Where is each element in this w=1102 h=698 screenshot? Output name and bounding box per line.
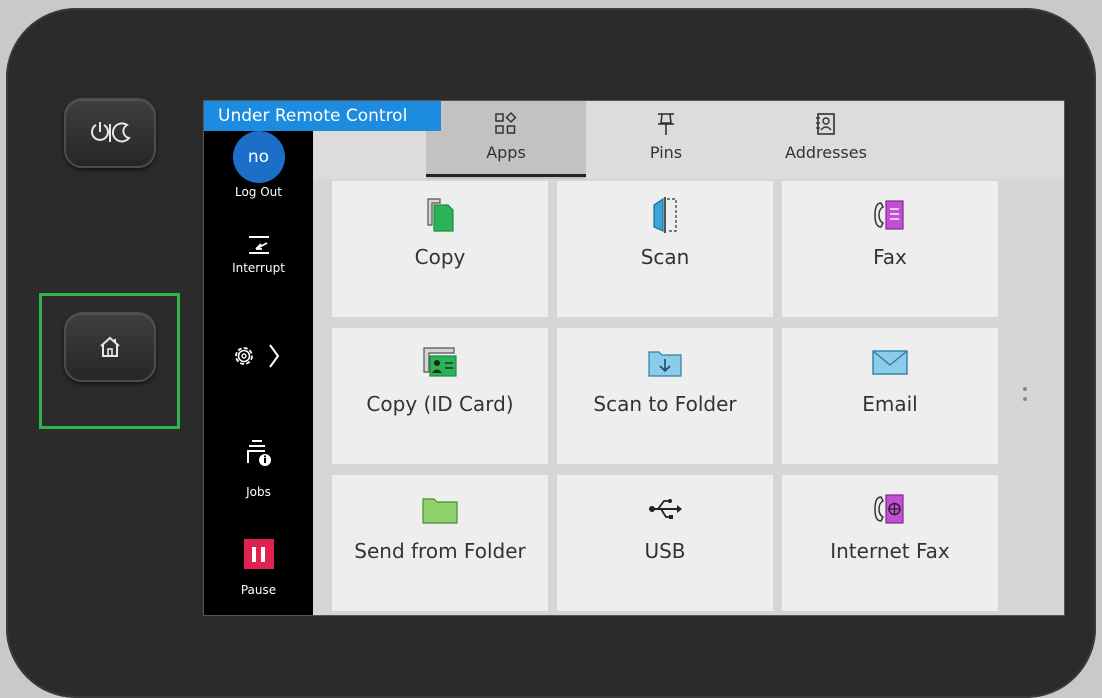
pause-icon bbox=[243, 539, 274, 569]
user-avatar[interactable]: no bbox=[232, 131, 285, 183]
app-label: Internet Fax bbox=[830, 539, 950, 563]
remote-control-banner: Under Remote Control bbox=[204, 101, 442, 131]
address-book-icon bbox=[816, 113, 835, 135]
interrupt-icon bbox=[248, 236, 269, 254]
interrupt-item[interactable]: Interrupt bbox=[204, 231, 313, 275]
usb-icon bbox=[649, 499, 682, 519]
internet-fax-icon bbox=[874, 494, 904, 524]
app-label: USB bbox=[644, 539, 686, 563]
gear-icon bbox=[234, 344, 279, 368]
app-label: Copy (ID Card) bbox=[366, 392, 514, 416]
logout-item[interactable]: no Log Out bbox=[204, 131, 313, 199]
power-sleep-icon bbox=[91, 122, 131, 143]
interrupt-label: Interrupt bbox=[232, 261, 285, 275]
app-tile-copy[interactable]: Copy bbox=[332, 181, 548, 317]
tab-pins-label: Pins bbox=[649, 143, 683, 162]
copy-icon bbox=[427, 198, 454, 232]
app-tile-internet-fax[interactable]: Internet Fax bbox=[782, 475, 998, 611]
folder-icon bbox=[422, 498, 458, 524]
pin-icon bbox=[658, 113, 674, 135]
app-tile-email[interactable]: Email bbox=[782, 328, 998, 464]
jobs-item[interactable]: Jobs bbox=[204, 437, 313, 499]
app-tile-scan[interactable]: Scan bbox=[557, 181, 773, 317]
pause-label: Pause bbox=[240, 583, 277, 597]
id-card-icon bbox=[423, 347, 457, 377]
app-tile-send-from-folder[interactable]: Send from Folder bbox=[332, 475, 548, 611]
home-button[interactable] bbox=[64, 312, 156, 382]
app-label: Scan bbox=[640, 245, 690, 269]
app-tile-usb[interactable]: USB bbox=[557, 475, 773, 611]
email-icon bbox=[872, 350, 908, 375]
tab-apps[interactable]: Apps bbox=[426, 101, 586, 179]
page-indicator[interactable] bbox=[1022, 387, 1028, 411]
app-label: Scan to Folder bbox=[593, 392, 737, 416]
tab-pins[interactable]: Pins bbox=[586, 101, 746, 179]
app-label: Copy bbox=[414, 245, 466, 269]
pause-item[interactable]: Pause bbox=[204, 539, 313, 597]
sidebar: no Log Out Interrupt Jobs Pause bbox=[204, 101, 313, 615]
home-icon bbox=[100, 336, 120, 357]
jobs-label: Jobs bbox=[246, 485, 271, 499]
app-tile-fax[interactable]: Fax bbox=[782, 181, 998, 317]
app-tile-copy-id-card[interactable]: Copy (ID Card) bbox=[332, 328, 548, 464]
jobs-icon bbox=[246, 440, 271, 466]
scan-folder-icon bbox=[648, 351, 682, 377]
power-button[interactable] bbox=[64, 98, 156, 168]
tab-apps-label: Apps bbox=[486, 143, 526, 162]
tab-addresses-label: Addresses bbox=[785, 143, 867, 162]
app-label: Fax bbox=[873, 245, 907, 269]
app-label: Email bbox=[862, 392, 918, 416]
apps-icon bbox=[495, 111, 517, 134]
app-label: Send from Folder bbox=[354, 539, 526, 563]
app-tile-scan-to-folder[interactable]: Scan to Folder bbox=[557, 328, 773, 464]
scan-icon bbox=[653, 197, 677, 233]
tab-addresses[interactable]: Addresses bbox=[746, 101, 906, 179]
fax-icon bbox=[874, 200, 904, 230]
logout-label: Log Out bbox=[234, 185, 282, 199]
touch-screen: no Log Out Interrupt Jobs Pause Under Re… bbox=[203, 100, 1065, 616]
settings-item[interactable] bbox=[204, 341, 313, 375]
